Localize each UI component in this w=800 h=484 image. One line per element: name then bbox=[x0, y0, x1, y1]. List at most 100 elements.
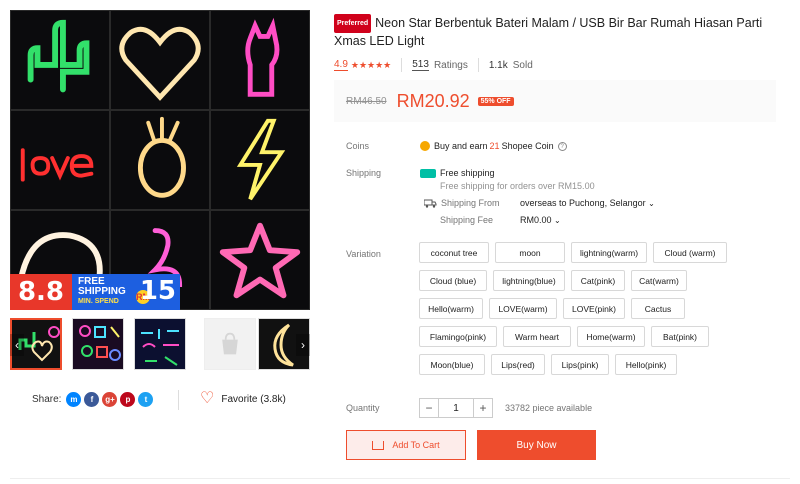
share-label: Share: bbox=[32, 394, 62, 405]
variation-option[interactable]: Lips(red) bbox=[491, 354, 545, 375]
variation-option[interactable]: LOVE(warm) bbox=[489, 298, 557, 319]
preferred-badge: Preferred bbox=[334, 14, 372, 33]
share-divider bbox=[178, 390, 179, 410]
heart-icon: ♡ bbox=[200, 390, 215, 407]
variation-option[interactable]: Cat(warm) bbox=[631, 270, 687, 291]
shipping-fee-label: Shipping Fee bbox=[440, 215, 494, 225]
quantity-decrease-button[interactable]: − bbox=[419, 398, 439, 418]
thumbnail-3[interactable] bbox=[134, 318, 186, 370]
variation-row: coconut tree moon lightning(warm) Cloud … bbox=[419, 242, 779, 263]
variation-row: Hello(warm) LOVE(warm) LOVE(pink) Cactus bbox=[419, 298, 779, 319]
favorite-button[interactable]: ♡ Favorite (3.8k) bbox=[200, 390, 286, 407]
free-shipping-condition: Free shipping for orders over RM15.00 bbox=[440, 181, 595, 191]
shipping-from-value[interactable]: overseas to Puchong, Selangor ⌄ bbox=[520, 198, 655, 208]
shipping-label: Shipping bbox=[346, 168, 382, 178]
shipping-from-row: Shipping From bbox=[424, 198, 500, 208]
promo-sale-label: 8.8 bbox=[10, 274, 72, 310]
coins-text-after: Shopee Coin bbox=[501, 141, 554, 151]
shopee-bag-icon bbox=[222, 332, 238, 355]
sold-count: 1.1k bbox=[488, 59, 508, 71]
chevron-down-icon: ⌄ bbox=[648, 199, 655, 208]
shipping-fee-value[interactable]: RM0.00 ⌄ bbox=[520, 215, 561, 225]
coins-amount: 21 bbox=[489, 141, 500, 151]
buy-now-button[interactable]: Buy Now bbox=[477, 430, 596, 460]
variation-option[interactable]: Warm heart bbox=[503, 326, 571, 347]
promo-shipping-text: SHIPPING bbox=[78, 286, 126, 297]
variation-row: Moon(blue) Lips(red) Lips(pink) Hello(pi… bbox=[419, 354, 779, 375]
google-plus-icon[interactable]: g+ bbox=[102, 392, 118, 407]
variation-option[interactable]: moon bbox=[495, 242, 565, 263]
cart-icon bbox=[372, 440, 385, 450]
sold-divider bbox=[477, 58, 479, 72]
variation-option[interactable]: Flamingo(pink) bbox=[419, 326, 497, 347]
neon-lightning-image bbox=[210, 110, 310, 210]
shopee-coin-icon bbox=[420, 141, 430, 151]
price-box: RM46.50 RM20.92 55% OFF bbox=[334, 80, 776, 122]
discount-badge: 55% OFF bbox=[477, 96, 514, 106]
variation-row: Cloud (blue) lightning(blue) Cat(pink) C… bbox=[419, 270, 779, 291]
ratings-count[interactable]: 513 bbox=[412, 59, 429, 71]
free-shipping-text: Free shipping bbox=[440, 168, 495, 178]
thumbnail-prev-arrow[interactable]: ‹ bbox=[10, 334, 24, 356]
share-row: Share: m f g+ p t bbox=[32, 392, 154, 407]
promo-amount: 15 bbox=[139, 276, 176, 306]
variation-option[interactable]: Cat(pink) bbox=[571, 270, 625, 291]
quantity-increase-button[interactable]: + bbox=[473, 398, 493, 418]
product-title-text: Neon Star Berbentuk Bateri Malam / USB B… bbox=[334, 16, 763, 48]
variation-option[interactable]: Cloud (blue) bbox=[419, 270, 487, 291]
add-to-cart-label: Add To Cart bbox=[392, 440, 440, 450]
facebook-icon[interactable]: f bbox=[84, 392, 100, 407]
product-title: Preferred Neon Star Berbentuk Bateri Mala… bbox=[334, 14, 784, 50]
pinterest-icon[interactable]: p bbox=[120, 392, 136, 407]
thumbnail-2[interactable] bbox=[72, 318, 124, 370]
variation-option[interactable]: Home(warm) bbox=[577, 326, 645, 347]
stock-available: 33782 piece available bbox=[505, 403, 593, 413]
promo-banner: 8.8 FREE SHIPPING MIN. SPEND RM 15 bbox=[10, 274, 180, 310]
quantity-input[interactable]: 1 bbox=[439, 398, 473, 418]
neon-cactus-image bbox=[10, 10, 110, 110]
original-price: RM46.50 bbox=[346, 95, 387, 107]
variation-option[interactable]: Cactus bbox=[631, 298, 685, 319]
neon-cat-image bbox=[210, 10, 310, 110]
variation-option[interactable]: Bat(pink) bbox=[651, 326, 709, 347]
neon-star-image bbox=[210, 210, 310, 310]
coins-label: Coins bbox=[346, 141, 370, 151]
shipping-fee-amount: RM0.00 bbox=[520, 215, 552, 225]
variation-option[interactable]: Moon(blue) bbox=[419, 354, 485, 375]
free-shipping-row: Free shipping bbox=[420, 168, 495, 178]
ratings-label: Ratings bbox=[433, 59, 468, 71]
variation-option[interactable]: LOVE(pink) bbox=[563, 298, 625, 319]
shipping-destination: Puchong, Selangor bbox=[569, 198, 646, 208]
favorite-label: Favorite (3.8k) bbox=[221, 393, 286, 405]
variation-option[interactable]: Hello(warm) bbox=[419, 298, 483, 319]
coins-text-before: Buy and earn bbox=[434, 141, 488, 151]
chevron-down-icon: ⌄ bbox=[554, 216, 561, 225]
question-circle-icon[interactable]: ? bbox=[557, 141, 567, 151]
quantity-label: Quantity bbox=[346, 403, 380, 413]
thumbnail-placeholder[interactable] bbox=[204, 318, 256, 370]
rating-divider bbox=[401, 58, 403, 72]
variation-option[interactable]: lightning(blue) bbox=[493, 270, 565, 291]
sold-label: Sold bbox=[512, 59, 533, 71]
twitter-icon[interactable]: t bbox=[138, 392, 154, 407]
shipping-from-label: Shipping From bbox=[441, 198, 500, 208]
variation-option[interactable]: Lips(pink) bbox=[551, 354, 609, 375]
messenger-icon[interactable]: m bbox=[66, 392, 82, 407]
promo-min-spend-text: MIN. SPEND bbox=[78, 298, 119, 305]
truck-icon bbox=[424, 199, 437, 208]
neon-heart-image bbox=[110, 10, 210, 110]
variation-row: Flamingo(pink) Warm heart Home(warm) Bat… bbox=[419, 326, 779, 347]
variation-option[interactable]: coconut tree bbox=[419, 242, 489, 263]
variation-option[interactable]: lightning(warm) bbox=[571, 242, 647, 263]
neon-pineapple-image bbox=[110, 110, 210, 210]
neon-love-image bbox=[10, 110, 110, 210]
rating-row: 4.9 ★★★★★ 513 Ratings 1.1k Sold bbox=[334, 58, 533, 72]
variation-option[interactable]: Hello(pink) bbox=[615, 354, 677, 375]
rating-value[interactable]: 4.9 bbox=[334, 59, 348, 71]
main-product-image[interactable]: 8.8 FREE SHIPPING MIN. SPEND RM 15 bbox=[10, 10, 310, 310]
coins-info: Buy and earn 21 Shopee Coin ? bbox=[420, 141, 567, 151]
free-shipping-truck-icon bbox=[420, 168, 436, 178]
add-to-cart-button[interactable]: Add To Cart bbox=[346, 430, 466, 460]
variation-option[interactable]: Cloud (warm) bbox=[653, 242, 727, 263]
thumbnail-next-arrow[interactable]: › bbox=[296, 334, 310, 356]
